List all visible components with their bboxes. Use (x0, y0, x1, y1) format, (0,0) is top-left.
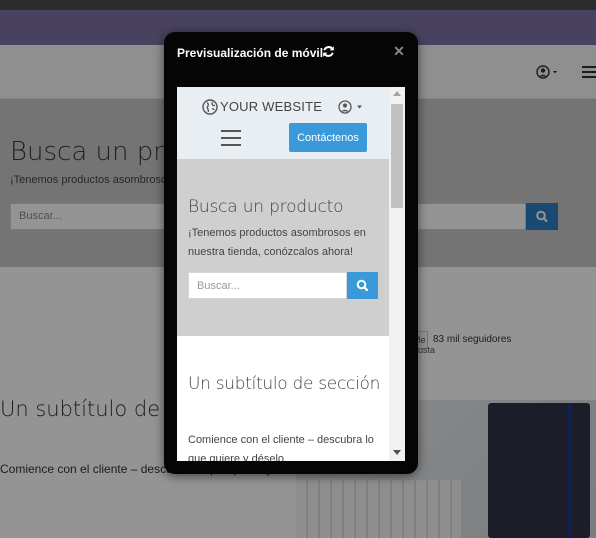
dialog-title: Previsualización de móvil (177, 46, 324, 60)
mobile-screen: YOUR WEBSITE Contáctenos Busca un produc… (177, 87, 405, 461)
phone-search-input[interactable] (188, 272, 347, 299)
phone-search-button[interactable] (347, 272, 378, 299)
phone-header: YOUR WEBSITE Contáctenos (177, 87, 389, 159)
mobile-preview-dialog: Previsualización de móvil ✕ YOUR WEBSITE (164, 32, 418, 474)
contact-button[interactable]: Contáctenos (289, 123, 367, 152)
scrollbar[interactable] (389, 87, 405, 461)
hamburger-menu-icon[interactable] (221, 130, 241, 146)
phone-section-text: Comience con el cliente – descubra lo qu… (188, 434, 374, 461)
brand-name[interactable]: YOUR WEBSITE (220, 99, 322, 114)
refresh-icon[interactable] (322, 45, 335, 58)
phone-section-title: Un subtítulo de sección (188, 374, 381, 394)
phone-hero-subtitle: ¡Tenemos productos asombrosos en nuestra… (188, 227, 366, 258)
phone-hero-title: Busca un producto (188, 197, 344, 217)
user-circle-icon (338, 100, 362, 114)
scroll-up-arrow-icon[interactable] (393, 91, 401, 96)
close-icon[interactable]: ✕ (392, 44, 406, 58)
phone-user-menu[interactable] (338, 99, 368, 115)
scroll-down-arrow-icon[interactable] (393, 450, 401, 455)
globe-icon (202, 99, 218, 115)
scrollbar-thumb[interactable] (391, 104, 403, 208)
search-icon (356, 279, 369, 292)
